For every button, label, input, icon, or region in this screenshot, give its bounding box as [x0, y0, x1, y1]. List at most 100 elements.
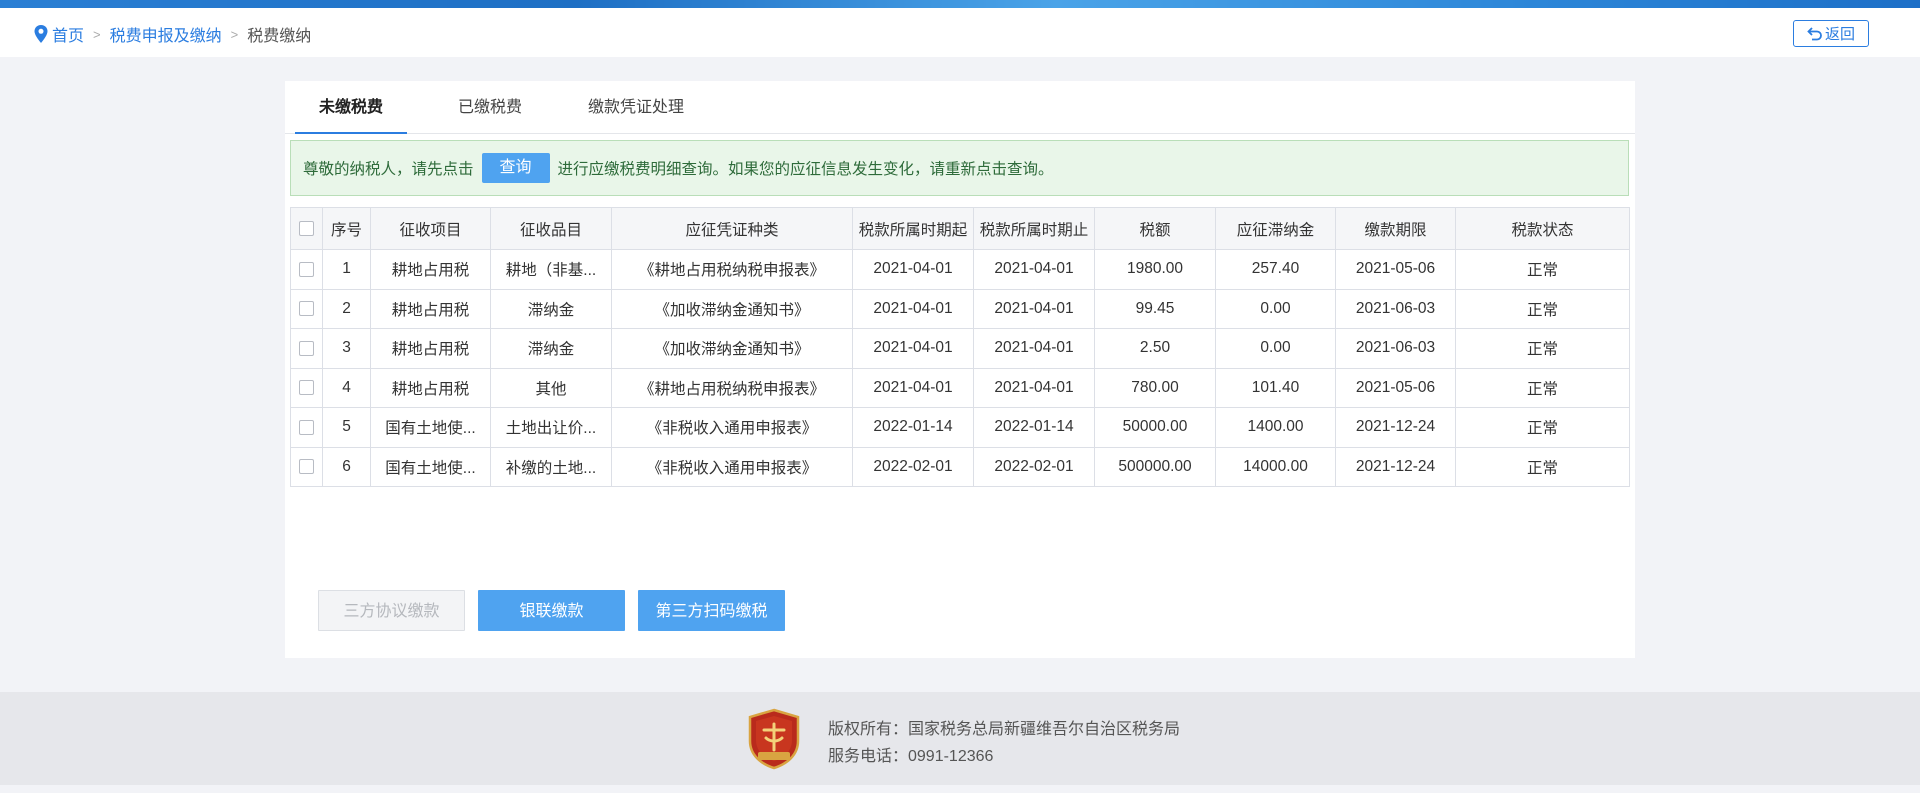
breadcrumb: 首页 > 税费申报及缴纳 > 税费缴纳: [33, 22, 311, 46]
table-cell: 2021-05-06: [1335, 367, 1456, 408]
row-select-cell: [290, 407, 323, 448]
table-cell: 正常: [1455, 249, 1630, 290]
table-cell: 耕地占用税: [370, 367, 491, 408]
column-header: 税款所属时期起: [852, 207, 974, 250]
row-checkbox[interactable]: [299, 419, 314, 435]
back-button[interactable]: 返回: [1793, 20, 1869, 47]
row-select-cell: [290, 288, 323, 329]
table-cell: 3: [322, 328, 371, 369]
table-cell: 0.00: [1215, 328, 1336, 369]
column-header: 税额: [1094, 207, 1216, 250]
table-cell: 780.00: [1094, 367, 1216, 408]
table-cell: 正常: [1455, 446, 1630, 487]
table-cell: 正常: [1455, 407, 1630, 448]
table-row[interactable]: 6 国有土地使... 补缴的土地... 《非税收入通用申报表》 2022-02-01 20…: [290, 446, 1630, 487]
unpaid-tax-table: 序号 征收项目 征收品目 应征凭证种类 税款所属时期起 税款所属时期止 税额 应…: [290, 207, 1630, 487]
table-cell: 正常: [1455, 367, 1630, 408]
row-checkbox[interactable]: [299, 459, 314, 475]
tab-bar: 未缴税费 已缴税费 缴款凭证处理: [285, 81, 1635, 134]
tripartite-agreement-pay-button[interactable]: 三方协议缴款: [318, 590, 465, 631]
breadcrumb-tax-declaration-link[interactable]: 税费申报及缴纳: [110, 22, 222, 46]
table-row[interactable]: 2 耕地占用税 滞纳金 《加收滞纳金通知书》 2021-04-01 2021-04-01 9…: [290, 288, 1630, 329]
column-header: 征收项目: [370, 207, 491, 250]
table-cell: 257.40: [1215, 249, 1336, 290]
table-cell: 2021-04-01: [973, 288, 1095, 329]
table-cell: 1400.00: [1215, 407, 1336, 448]
table-cell: 《耕地占用税纳税申报表》: [611, 367, 853, 408]
table-cell: 2022-01-14: [852, 407, 974, 448]
table-cell: 2021-04-01: [973, 328, 1095, 369]
top-banner-strip: [0, 0, 1920, 8]
table-cell: 正常: [1455, 288, 1630, 329]
table-cell: 2: [322, 288, 371, 329]
row-checkbox[interactable]: [299, 301, 314, 317]
table-row[interactable]: 3 耕地占用税 滞纳金 《加收滞纳金通知书》 2021-04-01 2021-04-01 2…: [290, 328, 1630, 369]
footer-text: 版权所有：国家税务总局新疆维吾尔自治区税务局 服务电话：0991-12366: [828, 716, 1180, 770]
row-select-cell: [290, 249, 323, 290]
table-cell: 耕地（非基...: [490, 249, 612, 290]
payment-actions: 三方协议缴款 银联缴款 第三方扫码缴税: [318, 590, 798, 631]
table-header-row: 序号 征收项目 征收品目 应征凭证种类 税款所属时期起 税款所属时期止 税额 应…: [290, 207, 1630, 250]
breadcrumb-current: 税费缴纳: [247, 28, 312, 45]
row-checkbox[interactable]: [299, 261, 314, 277]
select-all-cell: [290, 207, 323, 250]
table-cell: 2021-04-01: [973, 367, 1095, 408]
column-header: 应征凭证种类: [611, 207, 853, 250]
column-header: 征收品目: [490, 207, 612, 250]
table-cell: 2021-12-24: [1335, 446, 1456, 487]
table-row[interactable]: 5 国有土地使... 土地出让价... 《非税收入通用申报表》 2022-01-14 20…: [290, 407, 1630, 448]
column-header: 税款状态: [1455, 207, 1630, 250]
table-cell: 《加收滞纳金通知书》: [611, 288, 853, 329]
table-cell: 2022-02-01: [852, 446, 974, 487]
table-cell: 2021-05-06: [1335, 249, 1456, 290]
table-cell: 2021-06-03: [1335, 288, 1456, 329]
tax-emblem-icon: [746, 708, 802, 770]
breadcrumb-separator: >: [93, 26, 101, 42]
service-phone-text: 服务电话：0991-12366: [828, 748, 994, 765]
table-cell: 2.50: [1094, 328, 1216, 369]
row-select-cell: [290, 367, 323, 408]
table-cell: 国有土地使...: [370, 407, 491, 448]
table-cell: 2021-04-01: [852, 288, 974, 329]
table-cell: 2021-04-01: [852, 249, 974, 290]
header-bar: 首页 > 税费申报及缴纳 > 税费缴纳 返回: [0, 8, 1920, 57]
table-cell: 《耕地占用税纳税申报表》: [611, 249, 853, 290]
column-header: 税款所属时期止: [973, 207, 1095, 250]
breadcrumb-home-link[interactable]: 首页: [52, 22, 84, 46]
row-checkbox[interactable]: [299, 380, 314, 396]
breadcrumb-separator: >: [230, 26, 239, 42]
table-cell: 14000.00: [1215, 446, 1336, 487]
table-cell: 补缴的土地...: [490, 446, 612, 487]
column-header: 缴款期限: [1335, 207, 1456, 250]
table-cell: 99.45: [1094, 288, 1216, 329]
table-cell: 4: [322, 367, 371, 408]
table-cell: 耕地占用税: [370, 328, 491, 369]
location-pin-icon: [33, 25, 49, 43]
tab-unpaid-taxes[interactable]: 未缴税费: [295, 81, 407, 134]
table-row[interactable]: 1 耕地占用税 耕地（非基... 《耕地占用税纳税申报表》 2021-04-01 2021…: [290, 249, 1630, 290]
table-cell: 6: [322, 446, 371, 487]
table-cell: 2022-02-01: [973, 446, 1095, 487]
table-cell: 2021-04-01: [852, 328, 974, 369]
third-party-scan-pay-button[interactable]: 第三方扫码缴税: [638, 590, 785, 631]
table-cell: 《非税收入通用申报表》: [611, 446, 853, 487]
table-row[interactable]: 4 耕地占用税 其他 《耕地占用税纳税申报表》 2021-04-01 2021-04-01…: [290, 367, 1630, 408]
row-select-cell: [290, 446, 323, 487]
unionpay-pay-button[interactable]: 银联缴款: [478, 590, 625, 631]
table-cell: 5: [322, 407, 371, 448]
tab-payment-voucher[interactable]: 缴款凭证处理: [566, 81, 706, 134]
select-all-checkbox[interactable]: [299, 220, 314, 236]
column-header: 序号: [322, 207, 371, 250]
row-checkbox[interactable]: [299, 340, 314, 356]
query-notice: 尊敬的纳税人，请先点击 查询 进行应缴税费明细查询。如果您的应征信息发生变化，请…: [290, 140, 1629, 196]
query-button[interactable]: 查询: [481, 153, 550, 183]
tab-paid-taxes[interactable]: 已缴税费: [435, 81, 545, 134]
table-cell: 耕地占用税: [370, 288, 491, 329]
table-cell: 2021-12-24: [1335, 407, 1456, 448]
table-cell: 2021-04-01: [973, 249, 1095, 290]
table-cell: 50000.00: [1094, 407, 1216, 448]
notice-text-before: 尊敬的纳税人，请先点击: [303, 161, 474, 178]
table-cell: 2022-01-14: [973, 407, 1095, 448]
main-panel: 未缴税费 已缴税费 缴款凭证处理 尊敬的纳税人，请先点击 查询 进行应缴税费明细…: [285, 81, 1635, 658]
table-cell: 正常: [1455, 328, 1630, 369]
